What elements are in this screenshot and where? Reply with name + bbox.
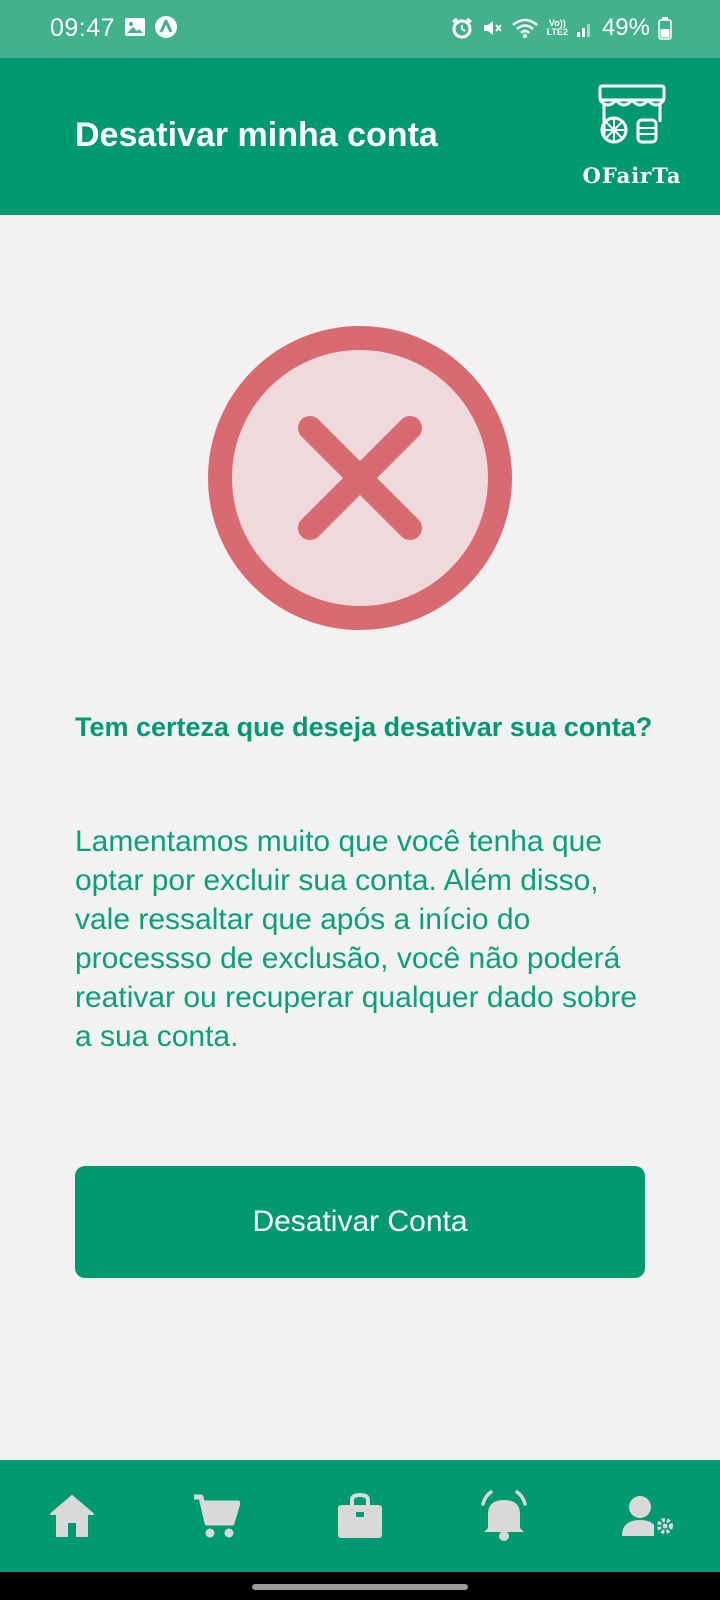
shopping-bag-icon [338,1492,382,1538]
status-notification-icons [124,15,178,39]
home-icon [50,1495,94,1537]
brand-name: OFairTa [582,163,682,188]
nav-home[interactable] [0,1460,144,1572]
close-circle-icon [208,326,512,630]
battery-icon [658,17,672,40]
lte-indicator: Vo)) LTE2 [546,18,568,37]
brand-logo: OFairTa [574,78,690,193]
system-navigation-bar [0,1572,720,1600]
nav-shop[interactable] [288,1460,432,1572]
deactivation-message: Lamentamos muito que você tenha que opta… [75,825,638,1053]
app-notification-icon [155,16,177,38]
status-time: 09:47 [50,14,116,42]
status-bar: 09:47 Vo)) LTE2 49% [0,0,720,58]
app-bar: Desativar minha conta OFairTa [0,58,720,215]
deactivate-account-button[interactable]: Desativar Conta [75,1166,645,1278]
market-stall-icon [598,84,666,144]
cart-icon [194,1494,240,1538]
confirmation-question: Tem certeza que deseja desativar sua con… [75,712,653,742]
bottom-navigation [0,1460,720,1572]
home-indicator[interactable] [252,1584,468,1590]
bell-icon [481,1490,527,1541]
wifi-icon [511,18,538,38]
alarm-icon [451,17,472,39]
user-settings-icon [622,1496,673,1536]
mute-icon [483,21,502,35]
nav-profile-settings[interactable] [576,1460,720,1572]
gallery-icon [125,18,145,36]
signal-icon [576,24,590,37]
battery-percent: 49% [601,14,650,41]
nav-notifications[interactable] [432,1460,576,1572]
nav-cart[interactable] [144,1460,288,1572]
page-title: Desativar minha conta [75,116,438,154]
status-right: Vo)) LTE2 49% [451,14,672,42]
